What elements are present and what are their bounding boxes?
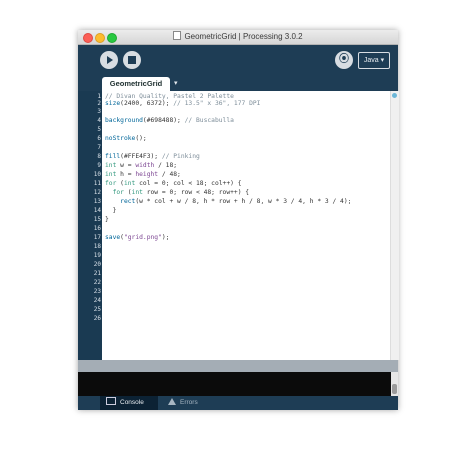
line-number: 19: [93, 252, 101, 259]
line-number: 11: [93, 180, 101, 187]
line-number: 4: [97, 117, 101, 124]
tab-geometricgrid[interactable]: GeometricGrid: [102, 77, 170, 91]
errors-tab-label: Errors: [180, 399, 198, 406]
line-number: 23: [93, 288, 101, 295]
line-number: 21: [93, 270, 101, 277]
editor-scrollbar[interactable]: [390, 91, 399, 360]
mode-selector[interactable]: Java ▾: [358, 52, 390, 69]
tab-menu-chevron-icon[interactable]: ▾: [174, 79, 178, 87]
warning-icon: [168, 398, 176, 405]
code-line[interactable]: fill(#FFE4F3); // Pinking: [105, 153, 200, 160]
console-icon: [106, 397, 116, 405]
code-line[interactable]: size(2400, 6372); // 13.5" x 36", 177 DP…: [105, 100, 260, 107]
console-scrollbar[interactable]: [391, 372, 398, 396]
line-number: 7: [97, 144, 101, 151]
debug-button[interactable]: ⦿: [335, 51, 353, 69]
code-line[interactable]: for (int col = 0; col < 18; col++) {: [105, 180, 242, 187]
code-line[interactable]: rect(w * col + w / 8, h * row + h / 8, w…: [105, 198, 351, 205]
line-number: 5: [97, 126, 101, 133]
console-output[interactable]: [78, 372, 391, 396]
code-line[interactable]: int w = width / 18;: [105, 162, 177, 169]
code-line[interactable]: background(#698488); // Buscabulla: [105, 117, 234, 124]
console-tab-label: Console: [120, 399, 144, 406]
run-button[interactable]: [100, 51, 118, 69]
line-number: 1: [97, 93, 101, 100]
console-splitter[interactable]: [78, 360, 398, 372]
code-line[interactable]: for (int row = 0; row < 48; row++) {: [105, 189, 250, 196]
line-number: 20: [93, 261, 101, 268]
tab-errors[interactable]: Errors: [162, 396, 198, 410]
line-number: 22: [93, 279, 101, 286]
code-line[interactable]: int h = height / 48;: [105, 171, 181, 178]
line-number: 2: [97, 100, 101, 107]
code-line[interactable]: save("grid.png");: [105, 234, 169, 241]
debugger-icon: ⦿: [339, 54, 349, 65]
line-number: 15: [93, 216, 101, 223]
code-line[interactable]: }: [105, 216, 109, 223]
code-line[interactable]: noStroke();: [105, 135, 147, 142]
line-number: 8: [97, 153, 101, 160]
window-title-text: GeometricGrid | Processing 3.0.2: [184, 32, 303, 41]
line-number: 25: [93, 306, 101, 313]
processing-window: GeometricGrid | Processing 3.0.2 ⦿ Java …: [78, 30, 399, 410]
line-number: 24: [93, 297, 101, 304]
sketch-tab-bar: GeometricGrid ▾: [78, 75, 398, 91]
line-number: 9: [97, 162, 101, 169]
line-number: 13: [93, 198, 101, 205]
line-number: 17: [93, 234, 101, 241]
tab-console[interactable]: Console: [100, 396, 158, 410]
line-number: 14: [93, 207, 101, 214]
line-number: 3: [97, 108, 101, 115]
stop-button[interactable]: [123, 51, 141, 69]
line-number: 10: [93, 171, 101, 178]
document-icon: [173, 31, 182, 40]
stop-icon: [128, 56, 136, 64]
line-number: 6: [97, 135, 101, 142]
console-scroll-thumb[interactable]: [392, 384, 397, 394]
scroll-thumb[interactable]: [392, 93, 397, 98]
code-editor[interactable]: // Divan Quality, Pastel 2 Palette size(…: [102, 91, 390, 360]
footer-tabs: Console Errors: [78, 396, 398, 410]
code-line[interactable]: }: [105, 207, 117, 214]
line-number: 16: [93, 225, 101, 232]
toolbar: ⦿ Java ▾: [78, 45, 398, 75]
line-number: 18: [93, 243, 101, 250]
line-number: 12: [93, 189, 101, 196]
window-title: GeometricGrid | Processing 3.0.2: [78, 31, 398, 41]
code-line[interactable]: // Divan Quality, Pastel 2 Palette: [105, 93, 234, 100]
title-bar[interactable]: GeometricGrid | Processing 3.0.2: [78, 30, 398, 45]
play-icon: [107, 56, 113, 64]
line-number: 26: [93, 315, 101, 322]
line-number-gutter: 1 2 3 4 5 6 7 8 9 10 11 12 13 14 15 16 1…: [78, 91, 102, 360]
